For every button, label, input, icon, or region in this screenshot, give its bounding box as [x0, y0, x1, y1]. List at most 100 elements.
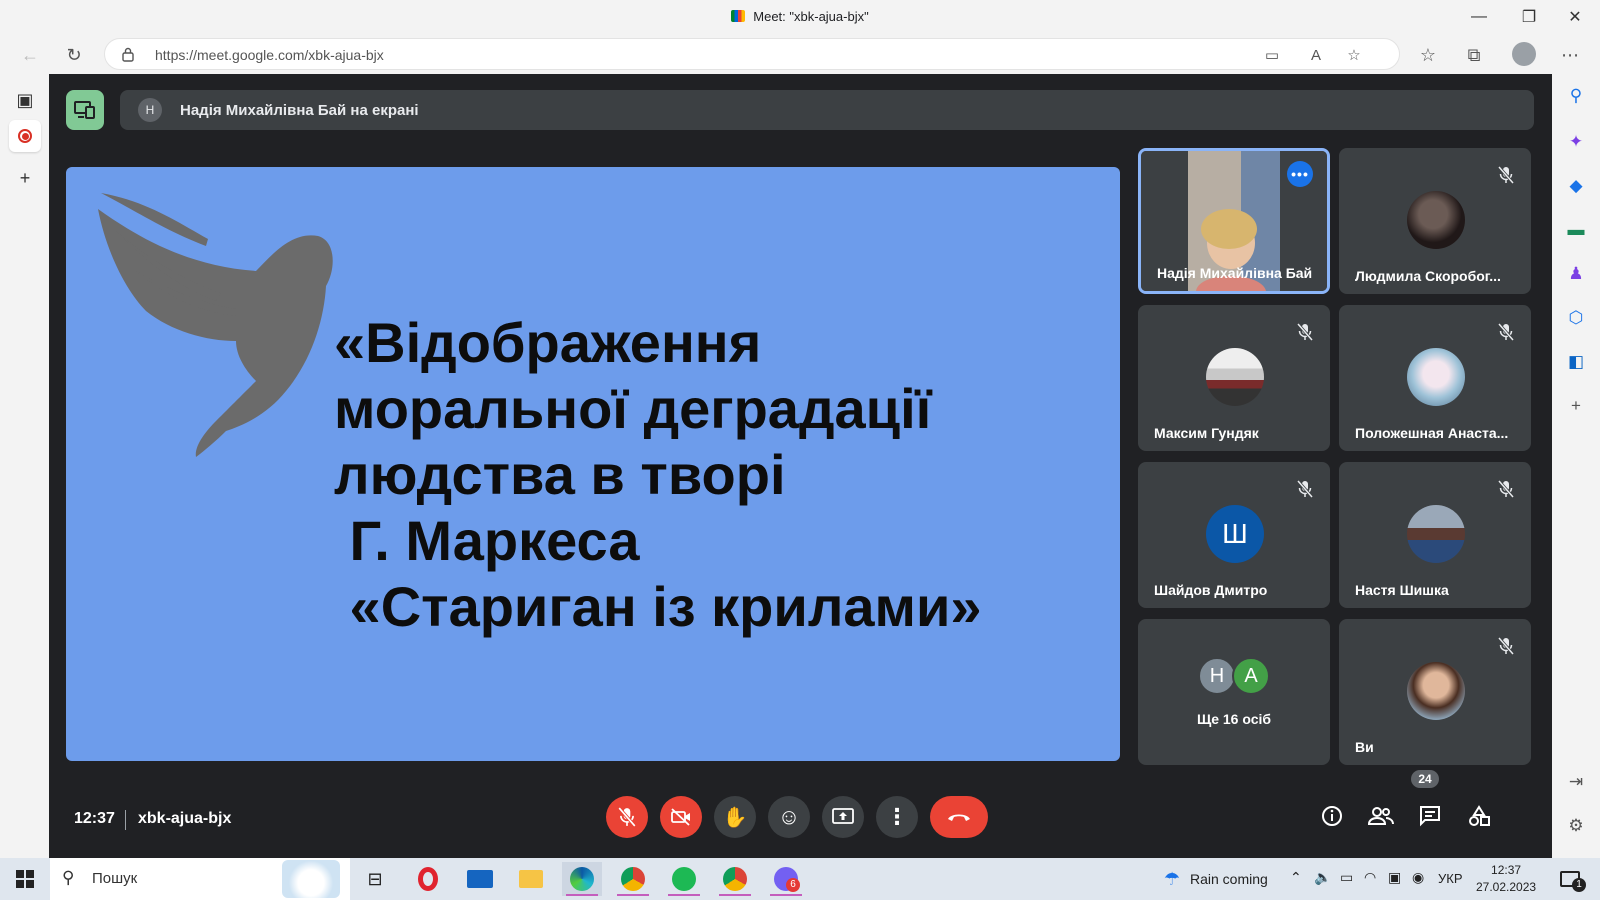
divider — [125, 810, 126, 830]
tools-icon[interactable]: ▬ — [1564, 218, 1588, 242]
add-favorite-icon[interactable]: ☆ — [1344, 45, 1364, 65]
display-icon[interactable]: ▣ — [1388, 869, 1401, 886]
opera-icon[interactable] — [408, 862, 448, 896]
battery-icon[interactable]: ▭ — [1340, 869, 1353, 886]
address-bar[interactable]: https://meet.google.com/xbk-ajua-bjx ▭ A… — [104, 38, 1400, 70]
tab-actions-icon[interactable]: ▣ — [9, 84, 41, 116]
avatar — [1407, 348, 1465, 406]
presenter-avatar: Н — [138, 98, 162, 122]
polar-bear-icon — [282, 860, 340, 898]
back-button[interactable]: ← — [14, 39, 46, 71]
mic-off-icon — [1294, 321, 1316, 343]
office-icon[interactable]: ⬡ — [1564, 306, 1588, 330]
spotify-icon[interactable] — [664, 862, 704, 896]
activities-button[interactable] — [1461, 798, 1497, 834]
participant-tile[interactable]: Настя Шишка — [1339, 462, 1531, 608]
viber-badge: 6 — [786, 878, 800, 892]
mail-icon[interactable] — [460, 862, 500, 896]
favorites-icon[interactable]: ☆ — [1412, 39, 1444, 71]
new-tab-icon[interactable]: + — [9, 162, 41, 194]
chat-button[interactable] — [1412, 798, 1448, 834]
participant-tile[interactable]: Людмила Скоробог... — [1339, 148, 1531, 294]
games-icon[interactable]: ♟ — [1564, 262, 1588, 286]
camera-toggle-button[interactable] — [660, 796, 702, 838]
participant-tile[interactable]: Максим Гундяк — [1138, 305, 1330, 451]
more-participants-tile[interactable]: Н А Ще 16 осіб — [1138, 619, 1330, 765]
leave-call-button[interactable] — [930, 796, 988, 838]
clock-time: 12:37 — [1491, 863, 1522, 877]
participant-name: Максим Гундяк — [1154, 425, 1259, 441]
hand-icon: ✋ — [722, 806, 748, 829]
edge-icon[interactable] — [562, 862, 602, 896]
start-button[interactable] — [5, 862, 45, 896]
wifi-icon[interactable]: ◠ — [1364, 869, 1376, 886]
participant-tile-presenter[interactable]: ••• Надія Михайлівна Бай — [1138, 148, 1330, 294]
chrome-icon[interactable] — [613, 862, 653, 896]
mic-off-icon — [618, 807, 636, 827]
taskbar-search[interactable]: ⚲ Пошук — [50, 858, 350, 900]
refresh-button[interactable]: ↻ — [58, 39, 90, 71]
chrome-profile-icon[interactable] — [715, 862, 755, 896]
language-indicator[interactable]: УКР — [1438, 871, 1463, 886]
search-icon[interactable]: ⚲ — [1564, 84, 1588, 108]
slide-line-4: Г. Маркеса — [334, 509, 640, 572]
reactions-button[interactable]: ☺ — [768, 796, 810, 838]
weather-icon[interactable]: ☂ — [1152, 862, 1192, 896]
viber-icon[interactable]: 6 — [766, 862, 806, 896]
presentation-icon[interactable] — [66, 90, 104, 130]
task-view-icon[interactable]: ⊟ — [355, 862, 395, 896]
participant-tile-self[interactable]: Ви — [1339, 619, 1531, 765]
url-text: https://meet.google.com/xbk-ajua-bjx — [155, 47, 384, 63]
present-now-button[interactable] — [822, 796, 864, 838]
collections-icon[interactable]: ⧉ — [1458, 39, 1490, 71]
window-title-text: Meet: "xbk-ajua-bjx" — [753, 9, 869, 24]
avatar — [1407, 191, 1465, 249]
participant-name: Надія Михайлівна Бай — [1157, 265, 1313, 281]
more-participants-label: Ще 16 осіб — [1196, 711, 1272, 727]
profile-avatar[interactable] — [1512, 42, 1536, 66]
notifications-icon[interactable]: 1 — [1550, 862, 1590, 896]
microphone-toggle-button[interactable] — [606, 796, 648, 838]
more-options-button[interactable]: ⋮ — [876, 796, 918, 838]
file-explorer-icon[interactable] — [511, 862, 551, 896]
show-hidden-icons[interactable]: ⌃ — [1290, 869, 1302, 886]
window-titlebar: Meet: "xbk-ajua-bjx" — ❐ ✕ — [0, 0, 1600, 34]
volume-icon[interactable]: 🔈 — [1314, 869, 1331, 886]
weather-text[interactable]: Rain coming — [1190, 871, 1268, 887]
participant-name: Ви — [1355, 739, 1374, 755]
raise-hand-button[interactable]: ✋ — [714, 796, 756, 838]
avatar — [1407, 662, 1465, 720]
outlook-icon[interactable]: ◧ — [1564, 350, 1588, 374]
recording-tab-icon[interactable] — [9, 120, 41, 152]
meet-logo-icon — [731, 10, 746, 22]
settings-icon[interactable]: ⚙ — [1564, 814, 1588, 838]
participant-tile[interactable]: Положешная Анаста... — [1339, 305, 1531, 451]
meeting-code: xbk-ajua-bjx — [138, 810, 232, 827]
read-aloud-icon[interactable]: A — [1306, 45, 1326, 65]
participant-tile[interactable]: Ш Шайдов Дмитро — [1138, 462, 1330, 608]
minimize-button[interactable]: — — [1456, 4, 1502, 30]
meet-indicator-icon[interactable]: ◉ — [1412, 869, 1424, 886]
shopping-icon[interactable]: ◆ — [1564, 174, 1588, 198]
shared-slide: «Відображення моральної деградації людст… — [66, 167, 1120, 761]
avatar — [1407, 505, 1465, 563]
clock[interactable]: 12:37 27.02.2023 — [1476, 862, 1536, 896]
windows-taskbar: ⚲ Пошук ⊟ 6 ☂ Rain coming ⌃ 🔈 ▭ ◠ ▣ ◉ УК… — [0, 858, 1600, 900]
maximize-button[interactable]: ❐ — [1506, 4, 1552, 30]
participant-name: Шайдов Дмитро — [1154, 582, 1268, 598]
menu-icon[interactable]: ⋯ — [1554, 39, 1586, 71]
people-button[interactable] — [1363, 798, 1399, 834]
meeting-details-button[interactable] — [1314, 798, 1350, 834]
mic-off-icon — [1495, 164, 1517, 186]
browser-toolbar: ← ↻ https://meet.google.com/xbk-ajua-bjx… — [0, 34, 1600, 74]
participant-name: Людмила Скоробог... — [1355, 268, 1501, 284]
hide-sidebar-icon[interactable]: ⇥ — [1564, 770, 1588, 794]
mic-off-icon — [1495, 635, 1517, 657]
camera-icon[interactable]: ▭ — [1262, 45, 1282, 65]
close-window-button[interactable]: ✕ — [1552, 4, 1598, 30]
slide-line-5: «Стариган із крилами» — [334, 575, 982, 638]
copilot-icon[interactable]: ✦ — [1564, 130, 1588, 154]
add-sidebar-icon[interactable]: + — [1564, 394, 1588, 418]
participant-name: Настя Шишка — [1355, 582, 1449, 598]
more-options-icon[interactable]: ••• — [1287, 161, 1313, 187]
